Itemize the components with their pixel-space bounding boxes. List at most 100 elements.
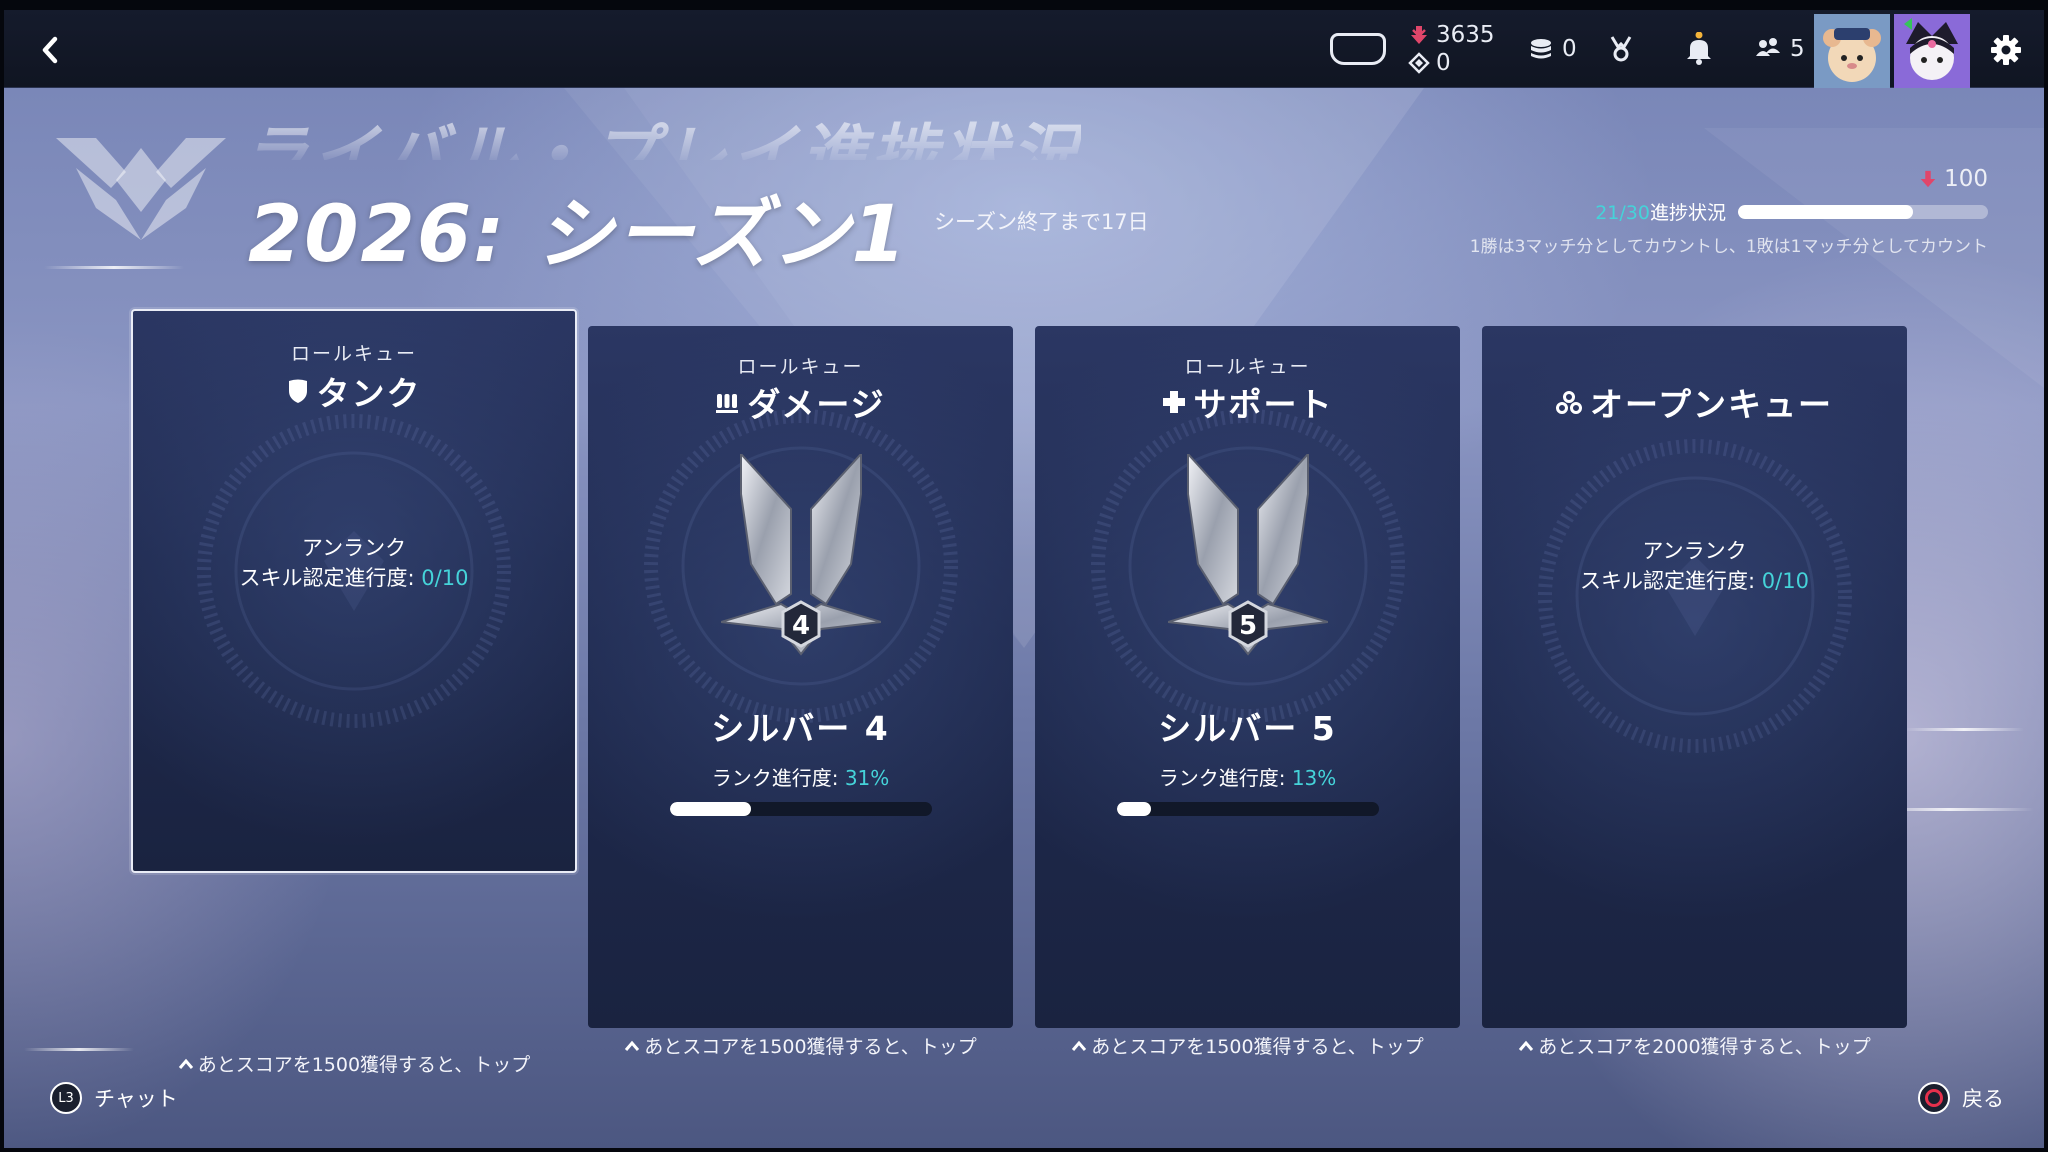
role-title: タンク — [133, 367, 575, 415]
rank-division-number: 4 — [791, 611, 809, 641]
support-cross-icon — [1162, 391, 1185, 413]
caret-up-icon — [1072, 1040, 1087, 1051]
placement-status: アンランク スキル認定進行度: 0/10 — [133, 533, 575, 593]
player-avatar-icon — [1894, 14, 1970, 88]
tank-shield-icon — [288, 379, 307, 403]
season-reward: 100 — [1918, 166, 1988, 192]
caret-up-icon — [625, 1040, 640, 1051]
role-title: サポート — [1035, 378, 1460, 426]
hamster-avatar-icon — [1814, 14, 1890, 88]
friends-icon — [1756, 38, 1780, 56]
queue-type-label: ロールキュー — [737, 356, 864, 378]
season-reward-value: 100 — [1944, 166, 1988, 192]
legacy-points-icon — [1408, 52, 1430, 74]
light-streak — [1904, 728, 2024, 731]
competitive-emblem-icon — [56, 138, 226, 240]
currency-display[interactable]: 3635 0 — [1408, 10, 1495, 88]
chat-label: チャット — [94, 1087, 178, 1111]
score-to-top-text: あとスコアを1500獲得すると、トップ — [197, 1054, 531, 1076]
rank-progress-value: 13% — [1291, 766, 1337, 790]
score-to-top-text: あとスコアを1500獲得すると、トップ — [1091, 1036, 1424, 1058]
rank-progress-label: ランク進行度: — [1158, 766, 1286, 790]
rank-name: シルバー 5 — [1158, 709, 1337, 748]
season-remaining-days: シーズン終了まで17日 — [934, 210, 1149, 234]
card-footer-open-queue: あとスコアを2000獲得すると、トップ — [1482, 1032, 1907, 1059]
rank-division-number: 5 — [1238, 611, 1256, 641]
role-card-tank[interactable]: ロールキュー タンク アンランク スキル認定進行度: 0/10 — [131, 309, 577, 873]
top-bar: 3635 0 0 5 — [4, 10, 2044, 88]
competitive-progress-screen: ライバル・プレイ進捗状況 2026: シーズン1 シーズン終了まで17日 100… — [4, 88, 2044, 1148]
back-hint[interactable]: 戻る — [1918, 1082, 2004, 1114]
rank-progress-bar — [669, 802, 932, 816]
chat-hint[interactable]: L3 チャット — [50, 1082, 178, 1114]
damage-bullets-icon — [716, 394, 739, 413]
unranked-label: アンランク — [301, 536, 407, 560]
notifications-button[interactable] — [1684, 10, 1714, 88]
caret-up-icon — [1519, 1040, 1534, 1051]
silver-rank-badge-icon: 5 — [1167, 454, 1328, 656]
role-name: ダメージ — [747, 385, 886, 424]
gear-icon — [1991, 35, 2021, 65]
role-card-damage[interactable]: ロールキュー ダメージ 4 シルバー 4 ランク進行度: 31% — [588, 326, 1013, 1028]
role-title: オープンキュー — [1482, 378, 1907, 426]
competitive-points-icon — [1920, 170, 1936, 188]
role-card-open-queue[interactable]: オープンキュー アンランク スキル認定進行度: 0/10 — [1482, 326, 1907, 1028]
rank-progress-fill — [669, 802, 751, 816]
card-footer-damage: あとスコアを1500獲得すると、トップ — [588, 1032, 1013, 1059]
back-label: 戻る — [1962, 1087, 2004, 1111]
rank-progress-value: 31% — [844, 766, 890, 790]
chevron-left-icon — [42, 36, 58, 64]
l3-button-icon: L3 — [50, 1082, 82, 1114]
queue-type-label: ロールキュー — [290, 343, 417, 365]
season-title: 2026: シーズン1 — [248, 190, 908, 280]
silver-rank-badge-icon: 4 — [720, 454, 881, 656]
queue-type-label: ロールキュー — [1184, 356, 1311, 378]
coins-display[interactable]: 0 — [1528, 10, 1577, 88]
competitive-points-icon — [1411, 26, 1427, 44]
role-card-support[interactable]: ロールキュー サポート 5 シルバー 5 ランク進行度: 13% — [1035, 326, 1460, 1028]
coins-icon — [1531, 39, 1551, 59]
card-footer-support: あとスコアを1500獲得すると、トップ — [1035, 1032, 1460, 1059]
placement-progress-value: 0/10 — [421, 566, 469, 590]
circle-button-icon — [1918, 1082, 1950, 1114]
role-name: オープンキュー — [1589, 385, 1834, 424]
party-member-avatar[interactable] — [1814, 14, 1890, 88]
rank-progress-label: ランク進行度: — [711, 766, 839, 790]
rank-name: シルバー 4 — [711, 709, 890, 748]
role-name: タンク — [316, 374, 422, 413]
friends-button[interactable]: 5 — [1754, 10, 1805, 88]
player-avatar[interactable] — [1894, 14, 1970, 88]
score-to-top-text: あとスコアを2000獲得すると、トップ — [1538, 1036, 1871, 1058]
placement-status: アンランク スキル認定進行度: 0/10 — [1482, 536, 1907, 596]
controller-icon — [1330, 33, 1386, 65]
bell-icon — [1687, 32, 1711, 65]
role-name: サポート — [1193, 385, 1334, 424]
match-count-rule: 1勝は3マッチ分としてカウントし、1敗は1マッチ分としてカウント — [1469, 237, 1988, 257]
legacy-points-value: 0 — [1436, 50, 1451, 76]
match-progress-fill — [1738, 204, 1913, 219]
rank-progress-fill — [1116, 802, 1151, 816]
rank-progress-bar — [1116, 802, 1379, 816]
rewards-button[interactable] — [1608, 10, 1634, 88]
match-progress-bar — [1738, 204, 1988, 219]
unranked-label: アンランク — [1642, 539, 1747, 563]
rank-progress: ランク進行度: 31% — [588, 762, 1013, 791]
rank-progress: ランク進行度: 13% — [1035, 762, 1460, 791]
coins-value: 0 — [1562, 36, 1577, 62]
card-footer-tank: あとスコアを1500獲得すると、トップ — [131, 1050, 577, 1077]
input-device-indicator[interactable] — [1330, 10, 1386, 88]
settings-button[interactable] — [1984, 28, 2028, 72]
placement-progress-label: スキル認定進行度: — [239, 566, 415, 590]
competitive-points-value: 3635 — [1436, 22, 1495, 48]
placement-progress-value: 0/10 — [1761, 569, 1809, 593]
light-streak — [24, 1048, 134, 1051]
light-streak — [44, 266, 184, 269]
placement-progress-label: スキル認定進行度: — [1580, 569, 1756, 593]
card-ring-decoration — [1537, 439, 1852, 753]
match-progress-count: 21/30 — [1595, 202, 1650, 224]
back-button[interactable] — [28, 28, 72, 72]
friends-online-count: 5 — [1790, 36, 1805, 62]
screen: 3635 0 0 5 ライバル・プレイ進捗状況 2026: シーズン1 シーズン… — [0, 0, 2048, 1152]
score-to-top-text: あとスコアを1500獲得すると、トップ — [644, 1036, 977, 1058]
page-heading: ライバル・プレイ進捗状況 — [242, 117, 1081, 160]
